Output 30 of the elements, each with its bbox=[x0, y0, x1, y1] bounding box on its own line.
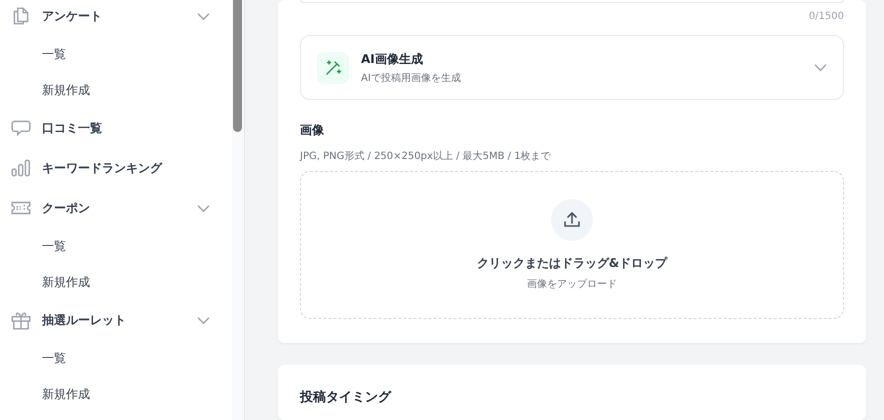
sidebar-subitem[interactable]: 一覧 bbox=[0, 36, 232, 72]
sidebar-item-label: 抽選ルーレット bbox=[42, 312, 127, 328]
upload-dropzone[interactable]: クリックまたはドラッグ&ドロップ 画像をアップロード bbox=[300, 171, 844, 319]
panel-subtitle: AIで投稿用画像を生成 bbox=[361, 72, 462, 84]
field-label: 画像 bbox=[300, 122, 325, 139]
bar-chart-icon bbox=[10, 157, 32, 179]
sidebar-item-label: アンケート bbox=[42, 8, 103, 24]
sidebar-item[interactable]: キーワードランキング bbox=[0, 148, 232, 188]
character-count: 0/1500 bbox=[808, 11, 844, 22]
dropzone-subtitle: 画像をアップロード bbox=[527, 278, 617, 291]
scrollbar-thumb[interactable] bbox=[233, 0, 242, 132]
dropzone-title: クリックまたはドラッグ&ドロップ bbox=[476, 255, 668, 272]
sidebar-item[interactable]: クーポン bbox=[0, 188, 232, 228]
sidebar-item-label: キーワードランキング bbox=[42, 160, 164, 176]
sidebar-item[interactable]: アンケート bbox=[0, 0, 232, 36]
sidebar-subitem[interactable]: 一覧 bbox=[0, 228, 232, 264]
sidebar-item-label: 口コミ一覧 bbox=[42, 120, 103, 136]
magic-wand-icon bbox=[317, 52, 349, 84]
sidebar-subitem[interactable]: 新規作成 bbox=[0, 72, 232, 108]
sidebar-item[interactable]: 抽選ルーレット bbox=[0, 300, 232, 340]
section-title: 投稿タイミング bbox=[300, 388, 392, 406]
upload-icon bbox=[551, 199, 593, 241]
sidebar-item-label: クーポン bbox=[42, 200, 91, 216]
sidebar-subitem[interactable]: 新規作成 bbox=[0, 376, 232, 412]
panel-title: AI画像生成 bbox=[361, 50, 424, 68]
sidebar-subitem[interactable]: 新規作成 bbox=[0, 264, 232, 300]
field-hint: JPG, PNG形式 / 250×250px以上 / 最大5MB / 1枚まで bbox=[300, 150, 552, 163]
sidebar-item[interactable]: 口コミ一覧 bbox=[0, 108, 232, 148]
sidebar-subitem[interactable]: 一覧 bbox=[0, 340, 232, 376]
ai-image-panel[interactable]: AI画像生成 AIで投稿用画像を生成 bbox=[300, 35, 844, 100]
